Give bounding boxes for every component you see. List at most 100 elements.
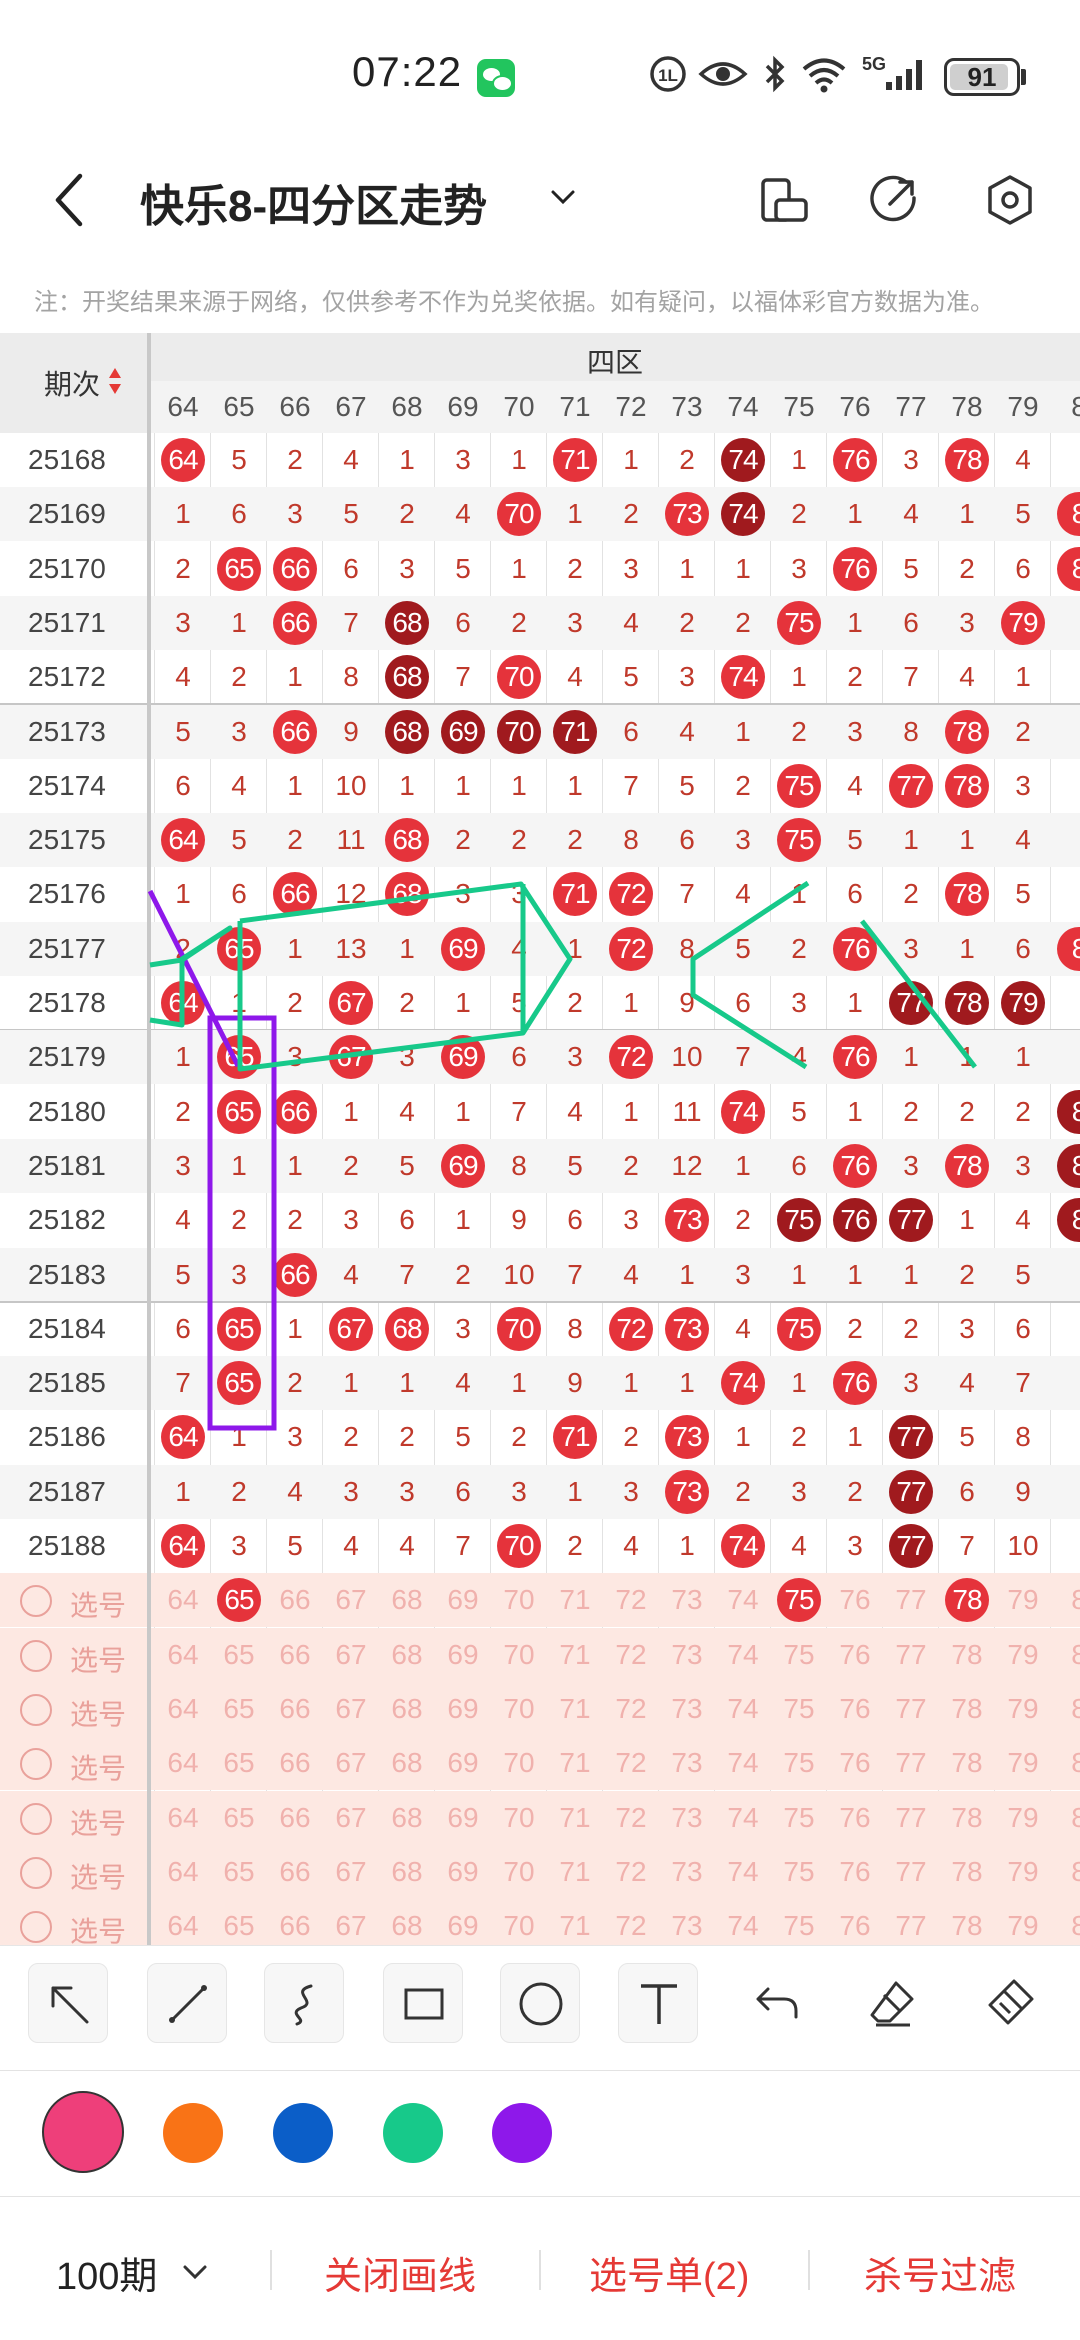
select-number-cell[interactable]: 78 [939, 1573, 995, 1627]
select-number-cell[interactable]: 74 [715, 1899, 771, 1945]
select-number-cell[interactable]: 77 [883, 1682, 939, 1736]
select-number-cell[interactable]: 68 [379, 1682, 435, 1736]
color-swatch-pink[interactable] [42, 2091, 124, 2173]
select-number-cell[interactable]: 72 [603, 1736, 659, 1790]
select-number-cell[interactable]: 76 [827, 1628, 883, 1682]
radio-button[interactable] [20, 1639, 52, 1672]
select-number-cell[interactable]: 79 [995, 1899, 1051, 1945]
select-number-cell[interactable]: 64 [155, 1628, 211, 1682]
select-number-cell[interactable]: 75 [771, 1899, 827, 1945]
select-number-cell[interactable]: 71 [547, 1628, 603, 1682]
select-number-cell[interactable]: 66 [267, 1573, 323, 1627]
page-title[interactable]: 快乐8-四分区走势 [140, 170, 487, 234]
select-number-cell[interactable]: 64 [155, 1736, 211, 1790]
select-number-cell[interactable]: 73 [659, 1628, 715, 1682]
select-number-cell[interactable]: 79 [995, 1791, 1051, 1845]
select-number-cell[interactable]: 64 [155, 1682, 211, 1736]
select-number-cell[interactable]: 8 [1051, 1573, 1080, 1627]
select-number-cell[interactable]: 72 [603, 1899, 659, 1945]
select-number-cell[interactable]: 68 [379, 1845, 435, 1899]
select-number-cell[interactable]: 65 [211, 1845, 267, 1899]
select-number-cell[interactable]: 67 [323, 1628, 379, 1682]
select-number-cell[interactable]: 77 [883, 1899, 939, 1945]
select-number-cell[interactable]: 8 [1051, 1628, 1080, 1682]
select-number-cell[interactable]: 77 [883, 1845, 939, 1899]
select-number-cell[interactable]: 69 [435, 1682, 491, 1736]
select-number-cell[interactable]: 75 [771, 1573, 827, 1627]
select-number-cell[interactable]: 8 [1051, 1845, 1080, 1899]
select-number-cell[interactable]: 73 [659, 1573, 715, 1627]
select-number-cell[interactable]: 65 [211, 1899, 267, 1945]
select-number-cell[interactable]: 79 [995, 1573, 1051, 1627]
circle-tool-button[interactable] [500, 1963, 580, 2043]
select-number-cell[interactable]: 76 [827, 1736, 883, 1790]
select-number-cell[interactable]: 78 [939, 1682, 995, 1736]
select-number-cell[interactable]: 65 [211, 1628, 267, 1682]
select-number-cell[interactable]: 70 [491, 1736, 547, 1790]
select-number-cell[interactable]: 70 [491, 1899, 547, 1945]
select-number-cell[interactable]: 67 [323, 1573, 379, 1627]
radio-button[interactable] [20, 1693, 52, 1726]
sort-icon[interactable] [108, 367, 122, 395]
select-number-cell[interactable]: 79 [995, 1628, 1051, 1682]
select-number-cell[interactable]: 73 [659, 1736, 715, 1790]
trend-table[interactable]: 期次 四区 64 65 66 67 68 69 70 71 72 73 74 75 76 77 78 79 8 … [0, 333, 1080, 1945]
settings-icon[interactable] [982, 172, 1038, 228]
selection-row[interactable]: 选号 64 65 66 67 68 69 70 71 72 73 74 75 76 77 78 79 8 [0, 1790, 1080, 1845]
select-number-cell[interactable]: 71 [547, 1736, 603, 1790]
select-number-cell[interactable]: 76 [827, 1791, 883, 1845]
issue-column-header[interactable]: 期次 [0, 333, 150, 433]
color-swatch-purple[interactable] [492, 2103, 552, 2163]
selection-row[interactable]: 选号 64 65 66 67 68 69 70 71 72 73 74 75 76 77 78 79 8 [0, 1899, 1080, 1945]
select-number-cell[interactable]: 67 [323, 1791, 379, 1845]
select-number-cell[interactable]: 67 [323, 1845, 379, 1899]
select-number-cell[interactable]: 70 [491, 1845, 547, 1899]
select-number-cell[interactable]: 72 [603, 1628, 659, 1682]
select-number-cell[interactable]: 66 [267, 1899, 323, 1945]
screen-orientation-icon[interactable] [756, 172, 812, 228]
chevron-down-icon[interactable] [180, 2257, 210, 2287]
select-number-cell[interactable]: 71 [547, 1845, 603, 1899]
select-number-cell[interactable]: 71 [547, 1573, 603, 1627]
color-swatch-blue[interactable] [273, 2103, 333, 2163]
select-number-cell[interactable]: 78 [939, 1736, 995, 1790]
select-number-cell[interactable]: 69 [435, 1845, 491, 1899]
select-number-cell[interactable]: 65 [211, 1573, 267, 1627]
radio-button[interactable] [20, 1585, 52, 1618]
selection-row[interactable]: 选号 64 65 66 67 68 69 70 71 72 73 74 75 76 77 78 79 8 [0, 1573, 1080, 1628]
select-number-cell[interactable]: 65 [211, 1736, 267, 1790]
close-lines-button[interactable]: 关闭画线 [324, 2245, 476, 2300]
radio-button[interactable] [20, 1748, 52, 1781]
select-number-cell[interactable]: 8 [1051, 1791, 1080, 1845]
select-number-cell[interactable]: 71 [547, 1791, 603, 1845]
selection-list-button[interactable]: 选号单(2) [589, 2245, 749, 2300]
select-number-cell[interactable]: 69 [435, 1736, 491, 1790]
radio-button[interactable] [20, 1856, 52, 1889]
text-tool-button[interactable] [618, 1963, 698, 2043]
color-swatch-orange[interactable] [163, 2103, 223, 2163]
select-number-cell[interactable]: 69 [435, 1573, 491, 1627]
select-number-cell[interactable]: 71 [547, 1899, 603, 1945]
select-number-cell[interactable]: 76 [827, 1682, 883, 1736]
select-number-cell[interactable]: 66 [267, 1791, 323, 1845]
select-number-cell[interactable]: 64 [155, 1791, 211, 1845]
select-number-cell[interactable]: 73 [659, 1845, 715, 1899]
select-number-cell[interactable]: 75 [771, 1791, 827, 1845]
select-number-cell[interactable]: 8 [1051, 1682, 1080, 1736]
select-number-cell[interactable]: 74 [715, 1791, 771, 1845]
selection-row[interactable]: 选号 64 65 66 67 68 69 70 71 72 73 74 75 76 77 78 79 8 [0, 1736, 1080, 1791]
select-number-cell[interactable]: 66 [267, 1682, 323, 1736]
select-number-cell[interactable]: 76 [827, 1845, 883, 1899]
select-number-cell[interactable]: 73 [659, 1682, 715, 1736]
select-number-cell[interactable]: 71 [547, 1682, 603, 1736]
select-number-cell[interactable]: 64 [155, 1573, 211, 1627]
select-number-cell[interactable]: 75 [771, 1682, 827, 1736]
select-number-cell[interactable]: 79 [995, 1682, 1051, 1736]
periods-selector[interactable]: 100期 [56, 2245, 157, 2300]
select-number-cell[interactable]: 76 [827, 1573, 883, 1627]
select-number-cell[interactable]: 74 [715, 1573, 771, 1627]
kill-filter-button[interactable]: 杀号过滤 [864, 2245, 1016, 2300]
select-number-cell[interactable]: 77 [883, 1573, 939, 1627]
select-number-cell[interactable]: 79 [995, 1736, 1051, 1790]
select-number-cell[interactable]: 70 [491, 1682, 547, 1736]
